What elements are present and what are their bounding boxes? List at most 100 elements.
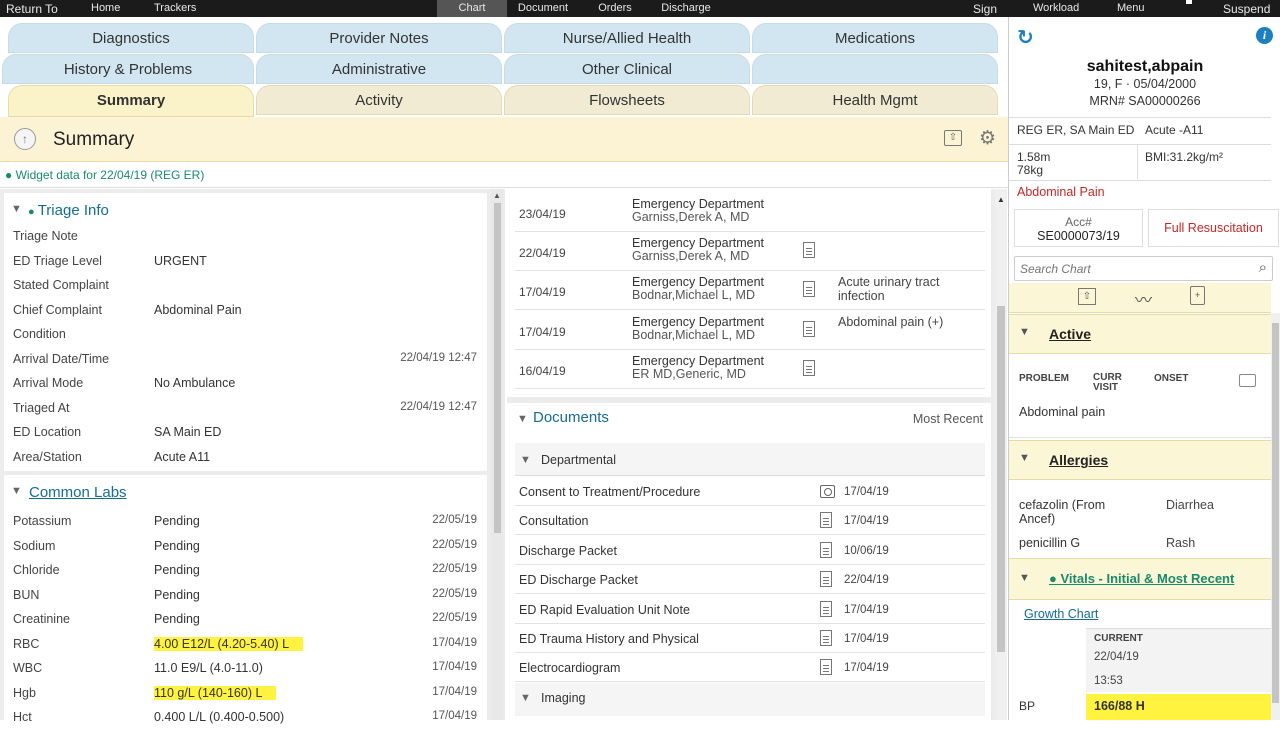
lab-row[interactable]: BUN Pending 22/05/19	[0, 584, 487, 609]
departmental-group[interactable]: ▼ Departmental	[515, 443, 985, 476]
home-button[interactable]: Home	[91, 2, 120, 14]
documents-filter[interactable]: Most Recent	[913, 412, 983, 426]
tab-activity[interactable]: Activity	[256, 85, 502, 115]
triage-row[interactable]: Arrival Mode No Ambulance	[0, 372, 487, 397]
allergy-name[interactable]: cefazolin (From Ancef)	[1019, 498, 1129, 526]
triage-title-text: Triage Info	[37, 202, 109, 219]
left-scrollbar[interactable]: ▲	[491, 189, 503, 720]
document-icon[interactable]	[803, 242, 815, 261]
document-row[interactable]: ED Trauma History and Physical 17/04/19	[515, 624, 985, 653]
comment-icon[interactable]	[1239, 374, 1256, 387]
triage-info-title[interactable]: ● Triage Info	[28, 202, 109, 219]
document-icon[interactable]	[803, 359, 815, 379]
encounter-row[interactable]: 16/04/19 Emergency Department ER MD,Generi…	[515, 349, 985, 389]
document-row[interactable]: ED Discharge Packet 22/04/19	[515, 565, 985, 595]
document-button[interactable]: Document	[509, 0, 577, 17]
tab-other-clinical[interactable]: Other Clinical	[504, 54, 750, 84]
lab-row[interactable]: Creatinine Pending 22/05/19	[0, 608, 487, 633]
document-row[interactable]: Electrocardiogram 17/04/19	[515, 653, 985, 683]
encounter-row[interactable]: 23/04/19 Emergency Department Garniss,Dere…	[515, 193, 985, 232]
imaging-group[interactable]: ▼ Imaging	[515, 683, 985, 716]
return-to-button[interactable]: Return To	[6, 2, 58, 16]
chevron-down-icon[interactable]: ▼	[11, 203, 22, 215]
encounter-row[interactable]: 17/04/19 Emergency Department Bodnar,Micha…	[515, 271, 985, 311]
active-section-header[interactable]: ▼ Active	[1009, 314, 1271, 354]
document-icon[interactable]	[803, 320, 815, 340]
document-icon[interactable]	[803, 281, 815, 300]
export-icon[interactable]: ⇧	[1078, 288, 1096, 305]
menu-button[interactable]: Menu	[1117, 2, 1145, 14]
tab-medications[interactable]: Medications	[752, 23, 998, 53]
tab-provider-notes[interactable]: Provider Notes	[256, 23, 502, 53]
allergies-section-header[interactable]: ▼ Allergies	[1009, 440, 1271, 480]
chart-button[interactable]: Chart	[437, 0, 507, 17]
chevron-down-icon[interactable]: ▼	[11, 485, 22, 497]
lab-row[interactable]: RBC 4.00 E12/L (4.20-5.40) L 17/04/19	[0, 633, 487, 658]
growth-chart-link[interactable]: Growth Chart	[1024, 607, 1098, 621]
document-icon[interactable]	[820, 659, 832, 678]
triage-row[interactable]: Stated Complaint	[0, 274, 487, 299]
document-row[interactable]: Discharge Packet 10/06/19	[515, 535, 985, 565]
active-problem-item[interactable]: Abdominal pain	[1019, 405, 1109, 419]
triage-row[interactable]: Triage Note	[0, 225, 487, 250]
tab-health-mgmt[interactable]: Health Mgmt	[752, 85, 998, 115]
triage-row[interactable]: ED Location SA Main ED	[0, 421, 487, 446]
lab-row[interactable]: Chloride Pending 22/05/19	[0, 559, 487, 584]
triage-row[interactable]: Condition	[0, 323, 487, 348]
collapse-up-button[interactable]: ↑	[14, 128, 36, 150]
search-chart-input[interactable]	[1015, 257, 1245, 280]
refresh-icon[interactable]: ↻	[1017, 25, 1034, 50]
tab-history-problems[interactable]: History & Problems	[2, 54, 254, 84]
clipboard-icon[interactable]: +	[1190, 286, 1205, 305]
chevron-down-icon[interactable]: ▼	[517, 413, 528, 425]
triage-row[interactable]: Chief Complaint Abdominal Pain	[0, 299, 487, 324]
widget-data-text: Widget data for 22/04/19 (REG ER)	[15, 168, 205, 182]
common-labs-title[interactable]: Common Labs	[29, 484, 127, 501]
document-icon[interactable]	[820, 571, 832, 590]
lab-row[interactable]: Hgb 110 g/L (140-160) L 17/04/19	[0, 682, 487, 707]
lab-row[interactable]: Sodium Pending 22/05/19	[0, 535, 487, 560]
triage-row[interactable]: Arrival Date/Time 22/04/19 12:47	[0, 348, 487, 373]
document-row[interactable]: ED Rapid Evaluation Unit Note 17/04/19	[515, 594, 985, 624]
tab-administrative[interactable]: Administrative	[256, 54, 502, 84]
allergy-name[interactable]: penicillin G	[1019, 536, 1129, 550]
triage-row[interactable]: ED Triage Level URGENT	[0, 250, 487, 275]
tab-flowsheets[interactable]: Flowsheets	[504, 85, 750, 115]
middle-scrollbar[interactable]: ▲	[995, 189, 1007, 720]
sidebar-scrollbar[interactable]	[1271, 313, 1280, 720]
export-icon[interactable]: ⇧	[944, 130, 962, 146]
triage-row[interactable]: Area/Station Acute A11	[0, 446, 487, 471]
document-row[interactable]: Consent to Treatment/Procedure 17/04/19	[515, 477, 985, 506]
document-icon[interactable]	[820, 600, 832, 620]
camera-icon[interactable]	[820, 483, 835, 499]
trackers-button[interactable]: Trackers	[154, 2, 196, 14]
document-icon[interactable]	[820, 541, 832, 561]
vitals-section-header[interactable]: ▼ ● Vitals - Initial & Most Recent	[1009, 558, 1271, 600]
encounter-row[interactable]: 22/04/19 Emergency Department Garniss,Dere…	[515, 232, 985, 272]
line-chart-icon[interactable]: 〰	[1135, 286, 1152, 311]
encounter-row[interactable]: 17/04/19 Emergency Department Bodnar,Micha…	[515, 310, 985, 350]
user-icon[interactable]	[1186, 0, 1192, 4]
orders-button[interactable]: Orders	[580, 0, 650, 17]
tab-nurse-allied-health[interactable]: Nurse/Allied Health	[504, 23, 750, 53]
document-row[interactable]: Consultation 17/04/19	[515, 506, 985, 536]
triage-row-label: ED Location	[13, 425, 82, 439]
lab-row-label: WBC	[13, 661, 43, 675]
tab-summary[interactable]: Summary	[8, 85, 254, 117]
workload-button[interactable]: Workload	[1033, 2, 1079, 14]
document-label: Document	[517, 2, 569, 14]
lab-row[interactable]: WBC 11.0 E9/L (4.0-11.0) 17/04/19	[0, 657, 487, 682]
suspend-button[interactable]: Suspend	[1223, 2, 1270, 16]
tab-diagnostics[interactable]: Diagnostics	[8, 23, 254, 53]
document-icon[interactable]	[820, 630, 832, 649]
search-icon[interactable]: ⌕	[1259, 259, 1267, 276]
lab-row[interactable]: Potassium Pending 22/05/19	[0, 510, 487, 535]
sign-button[interactable]: Sign	[973, 2, 997, 16]
triage-row[interactable]: Triaged At 22/04/19 12:47	[0, 397, 487, 422]
discharge-button[interactable]: Discharge	[652, 0, 720, 17]
document-icon[interactable]	[820, 512, 832, 531]
info-icon[interactable]: i	[1256, 27, 1273, 44]
documents-title[interactable]: Documents	[533, 409, 609, 426]
lab-row[interactable]: Hct 0.400 L/L (0.400-0.500) 17/04/19	[0, 706, 487, 731]
gear-icon[interactable]: ⚙	[979, 127, 996, 150]
